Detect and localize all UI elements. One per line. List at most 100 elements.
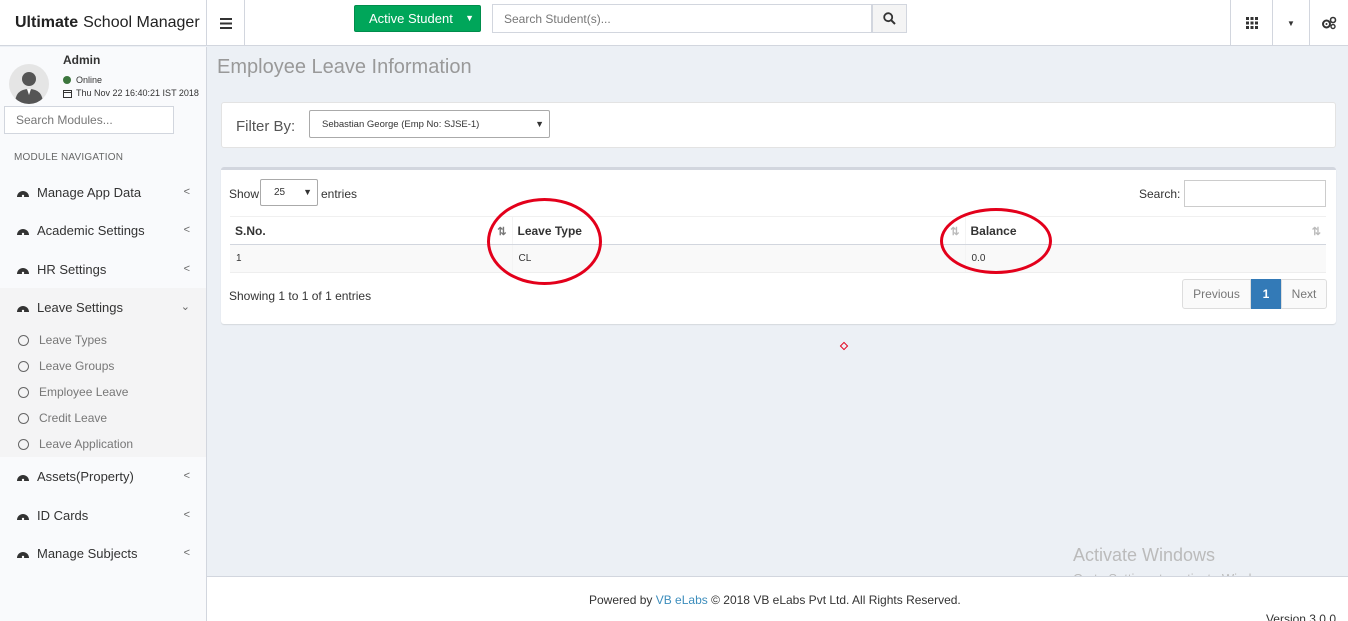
chevron-down-icon: ⌄ [180, 301, 190, 313]
chevron-left-icon: < [183, 547, 190, 559]
circle-icon [18, 438, 29, 450]
filter-label: Filter By: [236, 118, 296, 135]
next-page-button[interactable]: Next [1281, 279, 1327, 309]
nav-assets[interactable]: Assets(Property) < [0, 457, 206, 495]
leave-table: S.No. ⇅ Leave Type ⇅ Balance ⇅ 1 CL 0.0 [230, 216, 1326, 273]
nav-label: ID Cards [37, 507, 89, 523]
sort-icon: ⇅ [1311, 226, 1321, 238]
table-search-input[interactable] [1184, 180, 1326, 207]
annotation-circle-balance [940, 208, 1052, 274]
footer-text: Powered by VB eLabs © 2018 VB eLabs Pvt … [589, 593, 961, 607]
subnav-label: Employee Leave [39, 385, 129, 399]
student-search-input[interactable] [492, 4, 872, 33]
caret-down-icon: ▼ [535, 119, 544, 129]
dashboard-icon [16, 262, 30, 276]
subnav-label: Credit Leave [39, 411, 108, 425]
subnav-label: Leave Application [39, 437, 134, 451]
annotation-circle-leave-type [487, 198, 602, 285]
circle-icon [18, 360, 29, 372]
caret-down-icon: ▼ [465, 13, 474, 23]
chevron-left-icon: < [183, 224, 190, 236]
powered-by-label: Powered by [589, 593, 653, 607]
nav-manage-subjects[interactable]: Manage Subjects < [0, 534, 206, 572]
leave-table-box: Show 25 ▼ entries Search: S.No. ⇅ Leave … [221, 167, 1336, 324]
nav-hr-settings[interactable]: HR Settings < [0, 250, 206, 288]
status-text: Online [76, 75, 103, 85]
chevron-left-icon: < [183, 470, 190, 482]
nav-label: HR Settings [37, 261, 107, 277]
entries-per-page-select[interactable]: 25 ▼ [260, 179, 318, 206]
dashboard-icon [16, 469, 30, 483]
chevron-left-icon: < [183, 186, 190, 198]
student-search-button[interactable] [872, 4, 907, 33]
module-search-input[interactable] [4, 106, 174, 134]
calendar-icon [63, 89, 72, 98]
grid-icon [1245, 17, 1258, 29]
dashboard-icon [16, 185, 30, 199]
user-panel: Admin Online Thu Nov 22 16:40:21 IST 201… [0, 47, 207, 104]
search-icon [883, 12, 896, 25]
subnav-label: Leave Groups [39, 359, 115, 373]
settings-button[interactable] [1309, 0, 1348, 46]
activate-windows-title: Activate Windows [1073, 545, 1216, 565]
brand-rest: School Manager [83, 14, 200, 31]
subnav-leave-types[interactable]: Leave Types [0, 327, 206, 353]
module-navigation-header: MODULE NAVIGATION [14, 152, 124, 163]
user-status: Online [63, 75, 102, 85]
top-navbar: Ultimate School Manager Active Student ▼… [0, 0, 1348, 46]
dashboard-icon [16, 546, 30, 560]
hamburger-icon [219, 17, 232, 29]
annotation-mark [839, 341, 849, 351]
company-link[interactable]: VB eLabs [656, 593, 708, 607]
nav-leave-settings[interactable]: Leave Settings ⌄ [0, 288, 206, 326]
apps-button[interactable] [1230, 0, 1272, 46]
dashboard-icon [16, 508, 30, 522]
entries-label: entries [321, 187, 358, 201]
subnav-label: Leave Types [39, 333, 107, 347]
previous-page-button[interactable]: Previous [1182, 279, 1251, 309]
filter-selected-value: Sebastian George (Emp No: SJSE-1) [322, 118, 480, 130]
subnav-leave-application[interactable]: Leave Application [0, 431, 206, 457]
nav-manage-app-data[interactable]: Manage App Data < [0, 173, 206, 211]
dashboard-icon [16, 223, 30, 237]
active-student-dropdown[interactable]: Active Student ▼ [354, 5, 481, 32]
nav-label: Manage App Data [37, 184, 142, 200]
nav-label: Academic Settings [37, 222, 145, 238]
active-student-label: Active Student [369, 11, 453, 26]
nav-label: Leave Settings [37, 299, 124, 315]
employee-filter-select[interactable]: Sebastian George (Emp No: SJSE-1) ▼ [309, 110, 550, 138]
circle-icon [18, 334, 29, 346]
nav-id-cards[interactable]: ID Cards < [0, 496, 206, 534]
nav-academic-settings[interactable]: Academic Settings < [0, 211, 206, 249]
copyright-text: © 2018 VB eLabs Pvt Ltd. All Rights Rese… [711, 593, 961, 607]
app-brand[interactable]: Ultimate School Manager [0, 0, 207, 46]
showing-entries-info: Showing 1 to 1 of 1 entries [229, 289, 372, 303]
avatar [9, 64, 49, 104]
footer: Powered by VB eLabs © 2018 VB eLabs Pvt … [207, 576, 1348, 621]
subnav-leave-groups[interactable]: Leave Groups [0, 353, 206, 379]
column-header-sno[interactable]: S.No. ⇅ [230, 216, 512, 245]
gears-icon [1322, 16, 1337, 30]
user-datetime: Thu Nov 22 16:40:21 IST 2018 [63, 88, 199, 98]
online-dot-icon [63, 76, 71, 84]
menu-toggle-button[interactable] [207, 0, 245, 46]
user-name: Admin [63, 53, 101, 67]
caret-down-icon: ▼ [303, 187, 312, 197]
column-label: S.No. [235, 223, 266, 238]
version-text: Version 3.0.0 [1265, 612, 1336, 621]
table-search-label: Search: [1139, 187, 1181, 201]
circle-icon [18, 386, 29, 398]
caret-down-icon: ▼ [1287, 18, 1295, 28]
sidebar: Admin Online Thu Nov 22 16:40:21 IST 201… [0, 47, 207, 621]
show-label: Show [229, 187, 260, 201]
chevron-left-icon: < [183, 263, 190, 275]
user-menu-dropdown[interactable]: ▼ [1272, 0, 1309, 46]
pagination: Previous 1 Next [1182, 279, 1327, 309]
nav-label: Assets(Property) [37, 468, 134, 484]
user-avatar-icon [15, 72, 43, 104]
cell-sno: 1 [230, 244, 512, 273]
entries-value: 25 [274, 187, 286, 198]
subnav-employee-leave[interactable]: Employee Leave [0, 379, 206, 405]
subnav-credit-leave[interactable]: Credit Leave [0, 405, 206, 431]
page-1-button[interactable]: 1 [1251, 279, 1281, 309]
